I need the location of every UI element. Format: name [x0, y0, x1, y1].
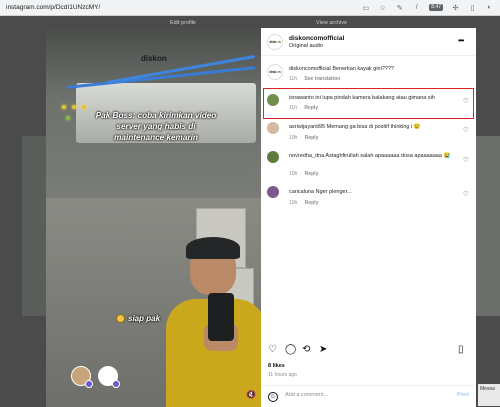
highlighted-comment-box: [263, 88, 474, 119]
sidebar-icon[interactable]: ▯: [468, 3, 477, 12]
comment-username[interactable]: isnawanto: [289, 95, 314, 101]
reply-button[interactable]: Reply: [305, 200, 319, 206]
comment-text: novredha_dna Astaghfirullah salah apaaaa…: [289, 153, 450, 159]
caption-bottom-text: siap pak: [128, 314, 161, 323]
comment-time: 10h: [289, 171, 298, 177]
heart-icon[interactable]: ♡: [268, 344, 277, 355]
heart-icon[interactable]: ♡: [463, 156, 469, 164]
comment-time: 11h: [289, 76, 297, 82]
comment-meta: 10h Reply: [289, 171, 318, 177]
status-led: [66, 116, 70, 120]
comment-username[interactable]: asriwijayanti95: [289, 124, 325, 130]
comment-avatar[interactable]: [267, 122, 279, 134]
post-comment-button[interactable]: Post: [457, 392, 469, 398]
messages-label: Messa: [480, 386, 495, 392]
comment-meta: 11h See translation: [289, 76, 340, 82]
url-field[interactable]: instagram.com/p/DcdI1UNzcMY/: [0, 4, 361, 11]
comment-body: Benerkan kayak gini????: [332, 66, 395, 72]
messages-tab: Messa: [478, 384, 500, 406]
comment-time: 10h: [289, 200, 298, 206]
status-led: [82, 105, 86, 109]
post-header: disk o n diskoncomofficial Original audio …: [261, 28, 476, 56]
comment-text: isnawanto ini lupa pindah kamera balakan…: [289, 95, 435, 101]
reply-button[interactable]: Reply: [305, 171, 319, 177]
account-avatar[interactable]: disk o n: [267, 34, 283, 50]
comment-username[interactable]: novredha_dna: [289, 153, 324, 159]
comment-avatar[interactable]: [267, 151, 279, 163]
comment-body: ini lupa pindah kamera balakang atau gim…: [315, 95, 435, 101]
comment-text: asriwijayanti95 Memang ga bisa di positi…: [289, 124, 421, 130]
background-thumbnail: [22, 136, 46, 316]
bookmark-icon[interactable]: ▯: [458, 344, 464, 355]
comment-time: 11h: [289, 105, 297, 111]
face-emoji-icon: [116, 314, 125, 323]
comment-text: caricaluna Nger plenger...: [289, 189, 352, 195]
video-caption-bottom: siap pak: [116, 314, 160, 323]
see-translation-link[interactable]: See translation: [304, 76, 340, 82]
star-icon[interactable]: ☆: [378, 3, 387, 12]
original-audio-link[interactable]: Original audio: [289, 43, 323, 49]
comment-body: Memang ga bisa di positif thinking i 😢: [326, 124, 421, 130]
comment-text: diskoncomofficial Benerkan kayak gini???…: [289, 66, 394, 72]
comment-meta: 11h Reply: [289, 105, 318, 111]
profile-icon[interactable]: ◐: [485, 3, 494, 12]
person-figure: [146, 237, 261, 407]
comment-icon[interactable]: ◯: [285, 344, 296, 355]
comment-body: Astaghfirullah salah apaaaaaa dosa apaaa…: [325, 153, 451, 159]
edit-profile-link: Edit profile: [170, 20, 196, 26]
caption-line: Pak Boss: coba kirimkan video: [95, 111, 217, 120]
comment-username[interactable]: caricaluna: [289, 189, 314, 195]
video-logo-watermark: diskon: [141, 54, 167, 63]
share-icon[interactable]: ⟲: [302, 344, 310, 355]
caption-line: server yang habis di: [116, 122, 196, 131]
collaborator-avatar[interactable]: [71, 366, 93, 388]
comment-body: Nger plenger...: [315, 189, 352, 195]
comment-avatar[interactable]: [267, 186, 279, 198]
comment-time: 10h: [289, 135, 298, 141]
post-side-panel: disk o n diskoncomofficial Original audio …: [261, 28, 476, 407]
puzzle-icon[interactable]: ✣: [451, 3, 460, 12]
post-username[interactable]: diskoncomofficial: [289, 35, 344, 42]
reel-video[interactable]: diskon Pak Boss: coba kirimkan video ser…: [46, 28, 261, 407]
send-icon[interactable]: ➤: [319, 344, 327, 355]
comment-meta: 10h Reply: [289, 135, 318, 141]
caption-line: maintenance kemarin: [114, 133, 198, 142]
smartphone: [208, 293, 234, 341]
comment-avatar[interactable]: disk o n: [267, 64, 283, 80]
more-options-icon[interactable]: •••: [458, 36, 464, 45]
emoji-icon[interactable]: ☺: [268, 392, 278, 402]
view-archive-link: View archive: [316, 20, 348, 26]
comment-meta: 10h Reply: [289, 200, 318, 206]
video-caption: Pak Boss: coba kirimkan video server yan…: [71, 110, 241, 143]
reply-button[interactable]: Reply: [305, 135, 319, 141]
comment-composer: ☺ Add a comment... Post: [261, 385, 476, 407]
post-modal: diskon Pak Boss: coba kirimkan video ser…: [46, 28, 476, 407]
status-led: [72, 105, 76, 109]
likes-count[interactable]: 8 likes: [268, 363, 285, 369]
reply-button[interactable]: Reply: [304, 105, 318, 111]
extension-badge[interactable]: 8.47: [429, 4, 443, 11]
comment-input[interactable]: Add a comment...: [285, 392, 328, 398]
status-led: [62, 105, 66, 109]
browser-toolbar: ▭ ☆ ✎ / 8.47 ✣ ▯ ◐: [361, 3, 500, 12]
extension-edit-icon[interactable]: ✎: [395, 3, 404, 12]
comment-username[interactable]: diskoncomofficial: [289, 66, 331, 72]
browser-address-bar: instagram.com/p/DcdI1UNzcMY/ ▭ ☆ ✎ / 8.4…: [0, 0, 500, 16]
mute-icon[interactable]: 🔇: [246, 390, 256, 399]
comment-avatar[interactable]: [267, 94, 279, 106]
collaborator-avatar[interactable]: [98, 366, 120, 388]
cast-icon[interactable]: ▭: [361, 3, 370, 12]
slash-icon[interactable]: /: [412, 3, 421, 12]
heart-icon[interactable]: ♡: [463, 190, 469, 198]
post-actions-bar: ♡ ◯ ⟲ ➤ ▯: [261, 344, 476, 360]
heart-icon[interactable]: ♡: [463, 97, 469, 105]
post-time-ago: 11 hours ago: [268, 372, 297, 378]
heart-icon[interactable]: ♡: [463, 126, 469, 134]
background-thumbnail: [476, 136, 500, 316]
